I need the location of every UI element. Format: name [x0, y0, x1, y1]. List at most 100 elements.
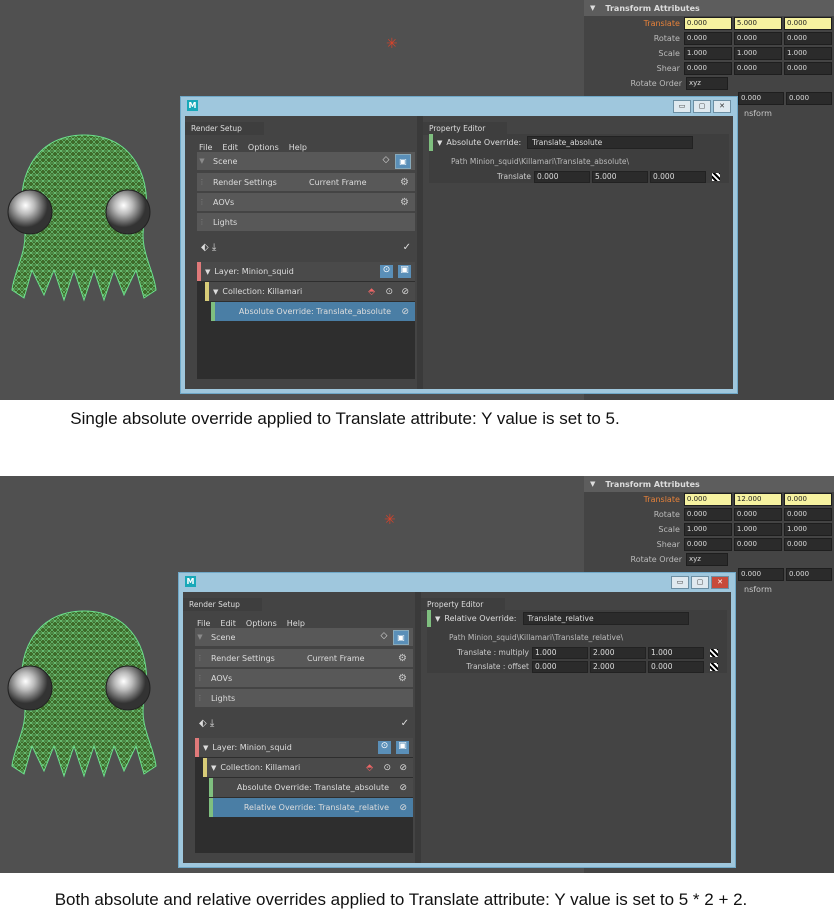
keyframe-icon[interactable]	[712, 172, 720, 181]
translate-x-field[interactable]: 0.000	[683, 17, 732, 30]
rotate-y-field[interactable]: 0.000	[733, 508, 782, 521]
drag-handle-icon[interactable]: ⋮	[197, 218, 207, 226]
translate-z-field[interactable]: 0.000	[783, 17, 832, 30]
layer-row[interactable]: ▼ Layer: Minion_squid ⊙ ▣	[197, 262, 415, 281]
scale-y-field[interactable]: 1.000	[733, 523, 782, 536]
close-button[interactable]: ✕	[711, 576, 729, 589]
visible-icon[interactable]: ▣	[398, 265, 411, 278]
visible-icon[interactable]: ▣	[395, 154, 411, 169]
rotate-z-field[interactable]: 0.000	[783, 32, 832, 45]
shear-z-field[interactable]: 0.000	[783, 62, 832, 75]
drag-handle-icon[interactable]: ⋮	[195, 694, 205, 702]
override-row-absolute[interactable]: Absolute Override: Translate_absolute ⊘	[209, 778, 413, 797]
maximize-button[interactable]: ▢	[691, 576, 709, 589]
rotate-order-dropdown[interactable]: xyz	[686, 77, 728, 90]
eye-icon[interactable]: ◇	[377, 631, 391, 642]
rotate-x-field[interactable]: 0.000	[683, 508, 732, 521]
shear-y-field[interactable]: 0.000	[733, 62, 782, 75]
gear-icon[interactable]: ⚙	[400, 177, 409, 188]
gear-icon[interactable]: ⚙	[398, 653, 407, 664]
aovs-item[interactable]: ⋮ AOVs ⚙	[195, 669, 413, 687]
pe-y-field[interactable]: 2.000	[590, 660, 646, 673]
keyframe-icon[interactable]	[710, 662, 718, 671]
eye-icon[interactable]: ◇	[379, 155, 393, 166]
scale-y-field[interactable]: 1.000	[733, 47, 782, 60]
drag-handle-icon[interactable]: ⋮	[195, 654, 205, 662]
pe-z-field[interactable]: 1.000	[648, 646, 704, 659]
minimize-button[interactable]: ▭	[673, 100, 691, 113]
shear-z-field[interactable]: 0.000	[783, 538, 832, 551]
window-titlebar[interactable]: M ▭ ▢ ✕	[181, 97, 737, 115]
hidden-field-1[interactable]: 0.000	[738, 92, 784, 105]
disable-icon[interactable]: ⊘	[401, 287, 409, 297]
expand-icon[interactable]: ▼	[435, 615, 440, 623]
transform-attributes-header[interactable]: ▼ Transform Attributes	[584, 0, 834, 16]
shear-x-field[interactable]: 0.000	[683, 538, 732, 551]
visible-icon[interactable]: ▣	[393, 630, 409, 645]
accept-icon[interactable]: ✓	[403, 242, 411, 253]
shear-x-field[interactable]: 0.000	[683, 62, 732, 75]
collection-row[interactable]: ▼ Collection: Killamari ⬘ ⊙ ⊘	[205, 282, 415, 301]
transform-attributes-header[interactable]: ▼ Transform Attributes	[584, 476, 834, 492]
keyframe-icon[interactable]	[710, 648, 718, 657]
visible-icon[interactable]: ▣	[396, 741, 409, 754]
translate-y-field[interactable]: 12.000	[733, 493, 782, 506]
aovs-item[interactable]: ⋮ AOVs ⚙	[197, 193, 415, 211]
pin-icon[interactable]: ⬘	[366, 763, 373, 773]
expand-icon[interactable]: ▼	[437, 139, 442, 147]
scene-item[interactable]: ▼ Scene ◇ ▣	[195, 628, 413, 646]
scale-z-field[interactable]: 1.000	[783, 523, 832, 536]
drag-handle-icon[interactable]: ⋮	[195, 674, 205, 682]
override-name-field[interactable]: Translate_absolute	[527, 136, 694, 149]
tab-render-setup[interactable]: Render Setup	[185, 122, 264, 135]
hidden-field-1[interactable]: 0.000	[738, 568, 784, 581]
scene-item[interactable]: ▼ Scene ◇ ▣	[197, 152, 415, 170]
close-button[interactable]: ✕	[713, 100, 731, 113]
translate-y-field[interactable]: 5.000	[733, 17, 782, 30]
disable-icon[interactable]: ⊘	[399, 763, 407, 773]
tab-render-setup[interactable]: Render Setup	[183, 598, 262, 611]
maximize-button[interactable]: ▢	[693, 100, 711, 113]
create-layer-icon[interactable]: ⬖	[201, 242, 209, 253]
gear-icon[interactable]: ⚙	[398, 673, 407, 684]
hidden-field-2[interactable]: 0.000	[786, 568, 832, 581]
translate-x-field[interactable]: 0.000	[683, 493, 732, 506]
scale-x-field[interactable]: 1.000	[683, 523, 732, 536]
import-icon[interactable]: ⤓	[210, 718, 214, 729]
isolate-icon[interactable]: ⊙	[385, 287, 393, 297]
disable-icon[interactable]: ⊘	[399, 803, 407, 813]
lights-item[interactable]: ⋮ Lights	[197, 213, 415, 231]
pe-x-field[interactable]: 0.000	[532, 660, 588, 673]
import-icon[interactable]: ⤓	[212, 242, 216, 253]
rotate-y-field[interactable]: 0.000	[733, 32, 782, 45]
render-settings-item[interactable]: ⋮ Render Settings Current Frame ⚙	[195, 649, 413, 667]
pe-z-field[interactable]: 0.000	[650, 170, 706, 183]
pe-x-field[interactable]: 0.000	[534, 170, 590, 183]
collection-row[interactable]: ▼ Collection: Killamari ⬘ ⊙ ⊘	[203, 758, 413, 777]
pin-icon[interactable]: ⬘	[368, 287, 375, 297]
isolate-icon[interactable]: ⊙	[383, 763, 391, 773]
hidden-field-2[interactable]: 0.000	[786, 92, 832, 105]
override-row-relative[interactable]: Relative Override: Translate_relative ⊘	[209, 798, 413, 817]
lights-item[interactable]: ⋮ Lights	[195, 689, 413, 707]
pe-x-field[interactable]: 1.000	[532, 646, 588, 659]
override-row-absolute[interactable]: Absolute Override: Translate_absolute ⊘	[211, 302, 415, 321]
accept-icon[interactable]: ✓	[401, 718, 409, 729]
minimize-button[interactable]: ▭	[671, 576, 689, 589]
translate-z-field[interactable]: 0.000	[783, 493, 832, 506]
rotate-order-dropdown[interactable]: xyz	[686, 553, 728, 566]
create-layer-icon[interactable]: ⬖	[199, 718, 207, 729]
override-name-field[interactable]: Translate_relative	[522, 612, 689, 625]
drag-handle-icon[interactable]: ⋮	[197, 178, 207, 186]
layer-row[interactable]: ▼ Layer: Minion_squid ⊙ ▣	[195, 738, 413, 757]
scale-z-field[interactable]: 1.000	[783, 47, 832, 60]
window-titlebar[interactable]: M ▭ ▢ ✕	[179, 573, 735, 591]
shear-y-field[interactable]: 0.000	[733, 538, 782, 551]
pe-y-field[interactable]: 2.000	[590, 646, 646, 659]
gear-icon[interactable]: ⚙	[400, 197, 409, 208]
rotate-x-field[interactable]: 0.000	[683, 32, 732, 45]
disable-icon[interactable]: ⊘	[401, 307, 409, 317]
pe-y-field[interactable]: 5.000	[592, 170, 648, 183]
scale-x-field[interactable]: 1.000	[683, 47, 732, 60]
rotate-z-field[interactable]: 0.000	[783, 508, 832, 521]
